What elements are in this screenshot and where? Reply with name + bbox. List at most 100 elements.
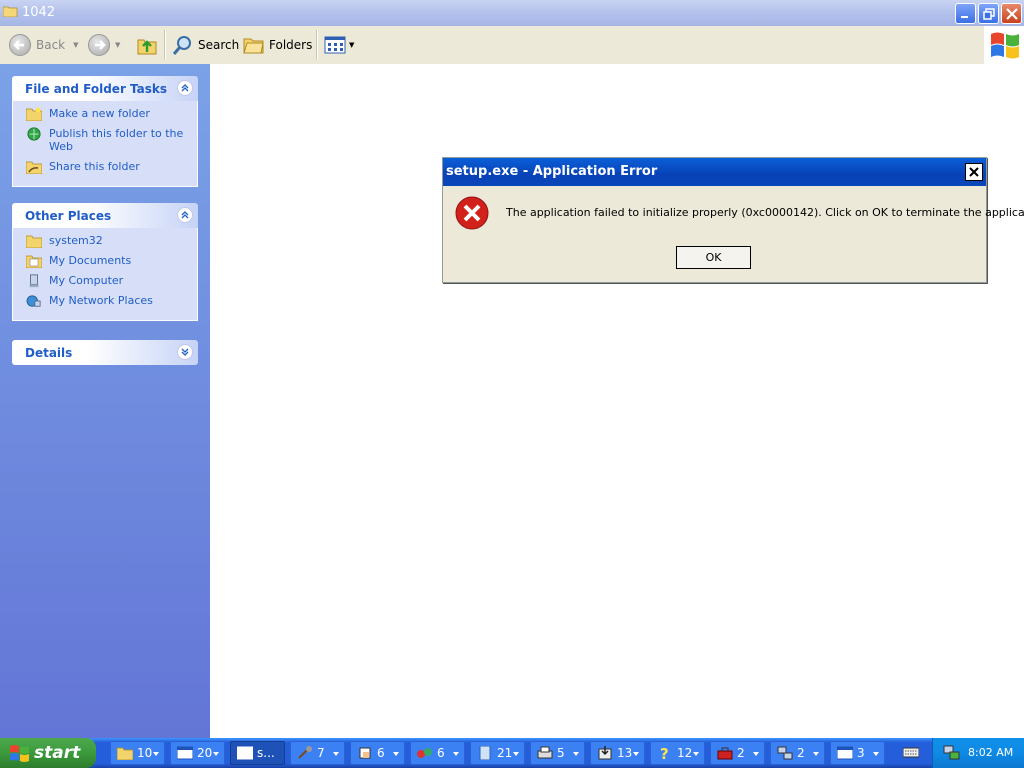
printer-icon xyxy=(537,746,553,759)
folders-label: Folders xyxy=(269,38,313,52)
taskbar-group-network[interactable]: 6 xyxy=(410,741,465,765)
shared-folder-icon xyxy=(26,161,42,174)
network-icon xyxy=(417,748,432,758)
chevron-down-icon xyxy=(153,752,159,756)
details-panel: Details xyxy=(12,340,198,365)
system-tray: 8:02 AM xyxy=(932,738,1024,768)
restore-icon xyxy=(983,8,995,20)
search-icon xyxy=(172,36,191,55)
task-pane: File and Folder Tasks Make a new folder … xyxy=(0,64,210,738)
place-my-computer[interactable]: My Computer xyxy=(13,274,197,288)
taskbar-group-printer[interactable]: 5 xyxy=(530,741,585,765)
taskbar-group-windows-2[interactable]: 3 xyxy=(830,741,885,765)
file-folder-tasks-header[interactable]: File and Folder Tasks xyxy=(12,76,198,101)
help-icon: ? xyxy=(660,746,669,760)
taskbar-group-tools[interactable]: 7 xyxy=(290,741,345,765)
taskbar-group-folders[interactable]: 10 xyxy=(110,741,165,765)
dialog-close-button[interactable] xyxy=(965,163,983,181)
application-error-dialog: setup.exe - Application Error The applic… xyxy=(442,157,1024,283)
taskbar-group-documents[interactable]: 21 xyxy=(470,741,525,765)
details-header[interactable]: Details xyxy=(12,340,198,365)
taskbar-setup-active[interactable]: s... xyxy=(230,741,285,765)
window-icon xyxy=(237,746,253,760)
chevron-down-icon: ▼ xyxy=(349,41,355,49)
chevron-down-icon xyxy=(693,752,699,756)
up-folder-button[interactable] xyxy=(136,26,158,64)
tools-icon xyxy=(298,746,312,759)
search-button[interactable]: Search xyxy=(172,26,239,64)
chevron-down-icon xyxy=(453,752,459,756)
chevron-down-icon: ▼ xyxy=(73,41,79,49)
clock[interactable]: 8:02 AM xyxy=(968,746,1013,759)
forward-button[interactable]: ▼ xyxy=(88,26,120,64)
taskbar-group-computers[interactable]: 2 xyxy=(770,741,825,765)
dialog-title: setup.exe - Application Error xyxy=(446,164,658,179)
expand-chevron-icon[interactable] xyxy=(177,344,193,360)
network-tray-icon[interactable] xyxy=(943,745,961,761)
chevron-down-icon xyxy=(333,752,339,756)
dialog-message: The application failed to initialize pro… xyxy=(506,206,1024,219)
up-folder-icon xyxy=(137,39,157,55)
place-my-documents[interactable]: My Documents xyxy=(13,254,197,268)
toolbar: Back ▼ ▼ Search Folders ▼ xyxy=(0,26,1024,65)
taskbar-group-hand[interactable]: 6 xyxy=(350,741,405,765)
windows-flag-icon xyxy=(991,32,1019,59)
forward-arrow-icon xyxy=(88,34,110,56)
windows-logo xyxy=(984,26,1024,64)
ok-button[interactable]: OK xyxy=(676,246,751,269)
hand-icon xyxy=(359,747,371,759)
chevron-down-icon: ▼ xyxy=(115,41,121,49)
error-icon xyxy=(455,196,489,230)
folders-button[interactable]: Folders xyxy=(243,26,312,64)
svg-text:?: ? xyxy=(660,746,669,760)
place-my-network-places[interactable]: My Network Places xyxy=(13,294,197,307)
chevron-down-icon xyxy=(513,752,519,756)
window-icon xyxy=(837,746,853,760)
chevron-down-icon xyxy=(573,752,579,756)
computer-icon xyxy=(29,274,39,288)
chevron-down-icon xyxy=(813,752,819,756)
chevron-down-icon xyxy=(753,752,759,756)
computers-icon xyxy=(777,746,793,760)
other-places-header[interactable]: Other Places xyxy=(12,203,198,228)
minimize-button[interactable] xyxy=(955,3,976,24)
folders-icon xyxy=(243,38,264,54)
task-make-new-folder[interactable]: Make a new folder xyxy=(13,107,197,121)
minimize-icon xyxy=(961,16,968,18)
globe-icon xyxy=(27,127,41,141)
chevron-down-icon xyxy=(393,752,399,756)
close-button[interactable] xyxy=(1001,3,1022,24)
search-label: Search xyxy=(198,38,240,52)
window-titlebar[interactable]: 1042 xyxy=(0,0,1024,26)
folder-icon xyxy=(26,235,42,248)
chevron-down-icon xyxy=(873,752,879,756)
collapse-chevron-icon[interactable] xyxy=(177,207,193,223)
window-title: 1042 xyxy=(22,5,56,20)
taskbar-group-toolbox[interactable]: 2 xyxy=(710,741,765,765)
views-icon xyxy=(324,36,346,54)
task-share-folder[interactable]: Share this folder xyxy=(13,160,197,174)
my-documents-icon xyxy=(26,255,42,268)
place-system32[interactable]: system32 xyxy=(13,234,197,248)
task-publish-folder[interactable]: Publish this folder to the Web xyxy=(13,127,197,153)
keyboard-button[interactable] xyxy=(895,741,927,765)
back-button[interactable]: Back ▼ xyxy=(9,26,79,64)
restore-button[interactable] xyxy=(978,3,999,24)
start-button[interactable]: start xyxy=(0,738,96,768)
taskbar-group-install[interactable]: 13 xyxy=(590,741,645,765)
collapse-chevron-icon[interactable] xyxy=(177,80,193,96)
taskbar-group-windows-1[interactable]: 20 xyxy=(170,741,225,765)
taskbar-group-help[interactable]: ? 12 xyxy=(650,741,705,765)
dialog-titlebar[interactable]: setup.exe - Application Error xyxy=(443,158,986,186)
file-folder-tasks-title: File and Folder Tasks xyxy=(25,82,168,96)
keyboard-icon xyxy=(903,747,919,758)
close-icon xyxy=(969,167,979,177)
other-places-title: Other Places xyxy=(25,209,112,223)
taskbar: start 10 20 s... 7 6 6 21 5 13 ? 12 2 2 … xyxy=(0,738,1024,768)
toolbar-separator xyxy=(164,30,166,60)
toolbox-icon xyxy=(717,747,733,760)
window-icon xyxy=(177,746,193,760)
chevron-down-icon xyxy=(213,752,219,756)
new-folder-icon xyxy=(26,107,42,121)
views-button[interactable]: ▼ xyxy=(324,26,354,64)
